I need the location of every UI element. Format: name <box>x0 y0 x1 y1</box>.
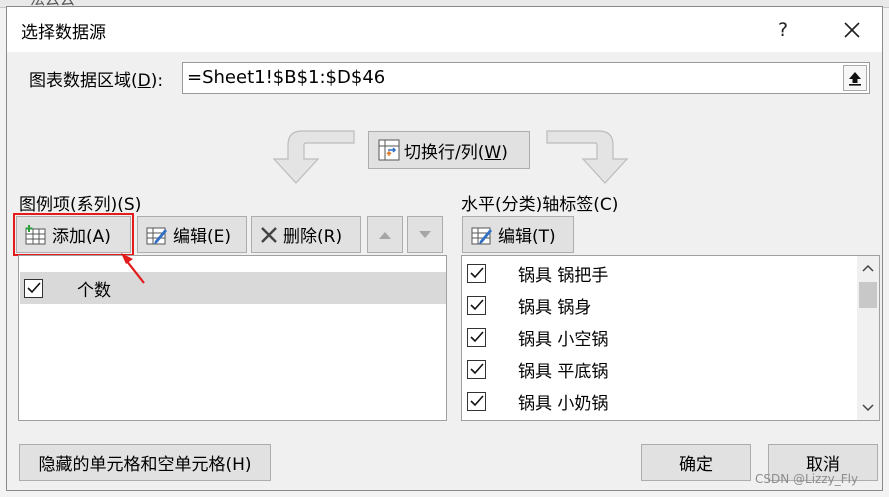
check-icon <box>469 331 484 343</box>
check-icon <box>469 395 484 407</box>
category-item-label: 锅具 平底锅 <box>518 361 609 382</box>
category-item-label: 锅具 小空锅 <box>518 329 609 350</box>
category-checkbox[interactable] <box>467 295 486 315</box>
list-item[interactable]: 锅具 锅身 <box>463 289 851 321</box>
data-range-value: =Sheet1!$B$1:$D$46 <box>187 67 386 88</box>
category-checkbox[interactable] <box>467 263 486 283</box>
select-data-source-dialog: 选择数据源 ? 图表数据区域(D): =Sheet1!$B$1:$D$46 切换… <box>6 6 883 491</box>
edit-category-button[interactable]: 编辑(T) <box>462 216 574 253</box>
curved-arrow-right-decoration <box>546 130 629 184</box>
switch-row-col-icon <box>378 139 400 161</box>
close-button[interactable] <box>833 13 871 47</box>
category-checkbox[interactable] <box>467 327 486 347</box>
move-down-button[interactable] <box>407 216 443 253</box>
edit-icon <box>471 227 492 244</box>
series-listbox[interactable]: 个数 <box>18 255 447 421</box>
category-checkbox[interactable] <box>467 391 486 411</box>
add-series-button[interactable]: 添加(A) <box>13 213 134 256</box>
list-item[interactable]: 锅具 锅把手 <box>463 257 851 289</box>
move-up-icon <box>379 231 391 239</box>
help-button[interactable]: ? <box>765 13 801 47</box>
check-icon <box>469 363 484 375</box>
edit-icon <box>146 227 167 244</box>
dialog-title: 选择数据源 <box>21 23 106 43</box>
data-range-input[interactable]: =Sheet1!$B$1:$D$46 <box>182 62 870 94</box>
annotation-arrow-icon <box>121 253 145 284</box>
scroll-up-icon <box>862 264 874 272</box>
check-icon <box>26 282 41 294</box>
category-item-label: 锅具 锅把手 <box>518 265 609 286</box>
category-section-title: 水平(分类)轴标签(C) <box>461 195 619 215</box>
category-checkbox[interactable] <box>467 359 486 379</box>
delete-series-button[interactable]: 删除(R) <box>251 216 361 253</box>
check-icon <box>469 267 484 279</box>
category-scrollbar[interactable] <box>857 256 879 420</box>
edit-series-button[interactable]: 编辑(E) <box>137 216 247 253</box>
delete-x-icon <box>261 226 277 243</box>
list-item[interactable]: 锅具 小奶锅 <box>463 385 851 417</box>
category-listbox[interactable]: 锅具 锅把手 锅具 锅身 锅具 小空锅 锅具 平底锅 锅具 小奶锅 <box>461 255 880 421</box>
scroll-down-button[interactable] <box>857 398 879 418</box>
delete-series-label: 删除(R) <box>283 227 343 247</box>
edit-category-label: 编辑(T) <box>498 227 556 247</box>
category-item-label: 锅具 锅身 <box>518 297 592 318</box>
edit-series-label: 编辑(E) <box>173 227 232 247</box>
series-section-title: 图例项(系列)(S) <box>19 195 142 215</box>
switch-row-column-button[interactable]: 切换行/列(W) <box>368 131 530 169</box>
data-range-label: 图表数据区域(D): <box>29 71 164 91</box>
scroll-down-icon <box>862 404 874 412</box>
series-checkbox[interactable] <box>24 278 43 298</box>
list-item[interactable]: 锅具 小空锅 <box>463 321 851 353</box>
watermark: CSDN @Lizzy_Fly <box>755 472 859 486</box>
scroll-up-button[interactable] <box>857 258 879 278</box>
dialog-titlebar: 选择数据源 ? <box>7 7 882 52</box>
move-down-icon <box>419 230 431 238</box>
check-icon <box>469 299 484 311</box>
collapse-range-icon <box>849 72 861 86</box>
curved-arrow-left-decoration <box>272 130 355 184</box>
list-item[interactable]: 个数 <box>20 272 446 304</box>
category-item-label: 锅具 小奶锅 <box>518 393 609 414</box>
add-table-icon <box>25 224 46 244</box>
switch-row-column-label: 切换行/列(W) <box>404 142 508 163</box>
hidden-empty-cells-button[interactable]: 隐藏的单元格和空单元格(H) <box>19 444 271 481</box>
close-icon <box>844 22 860 38</box>
ok-button[interactable]: 确定 <box>641 444 751 481</box>
scroll-thumb[interactable] <box>859 282 877 308</box>
move-up-button[interactable] <box>367 216 403 253</box>
series-item-label: 个数 <box>77 280 111 301</box>
collapse-range-button[interactable] <box>843 65 867 91</box>
list-item[interactable]: 锅具 平底锅 <box>463 353 851 385</box>
add-series-label: 添加(A) <box>52 227 111 247</box>
